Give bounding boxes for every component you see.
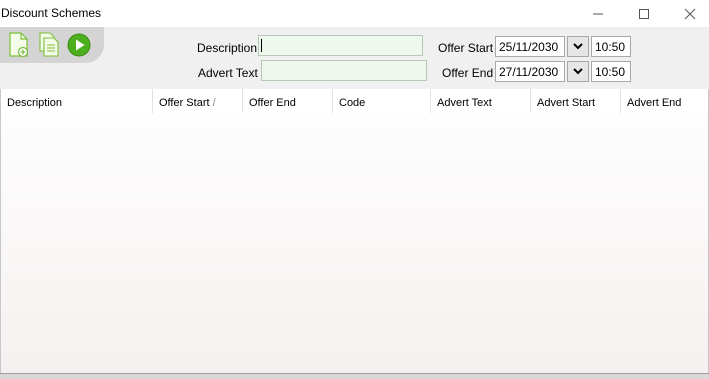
offer-start-label: Offer Start [438, 41, 494, 55]
run-play-icon [67, 33, 91, 57]
advert-text-label: Advert Text [198, 66, 258, 80]
bottom-scrollbar[interactable] [0, 373, 709, 379]
offer-end-date-field[interactable]: 27/11/2030 [495, 61, 565, 82]
title-bar: Discount Schemes [0, 0, 709, 27]
column-header-code[interactable]: Code [333, 89, 431, 113]
column-header-advert-text[interactable]: Advert Text [431, 89, 531, 113]
minimize-icon [593, 13, 603, 14]
filter-toolbar: Description Advert Text Offer Start 25/1… [0, 27, 709, 89]
copy-scheme-button[interactable] [37, 32, 61, 58]
action-button-strip [0, 27, 104, 63]
chevron-down-icon [573, 68, 583, 75]
offer-end-label: Offer End [442, 66, 494, 80]
run-button[interactable] [67, 32, 91, 58]
maximize-button[interactable] [621, 0, 667, 27]
grid-header: Description Offer Start / Offer End Code… [1, 89, 708, 113]
new-document-icon [9, 32, 29, 58]
offer-end-date-dropdown[interactable] [567, 61, 589, 82]
text-caret [261, 39, 262, 52]
column-header-description[interactable]: Description [1, 89, 153, 113]
schemes-grid[interactable]: Description Offer Start / Offer End Code… [0, 89, 709, 375]
description-input[interactable] [258, 35, 423, 56]
column-header-advert-end[interactable]: Advert End [621, 89, 708, 113]
column-header-offer-end[interactable]: Offer End [243, 89, 333, 113]
new-scheme-button[interactable] [7, 32, 31, 58]
description-label: Description [197, 41, 258, 55]
column-header-advert-start[interactable]: Advert Start [531, 89, 621, 113]
close-button[interactable] [667, 0, 709, 27]
chevron-down-icon [573, 43, 583, 50]
column-header-offer-start[interactable]: Offer Start / [153, 89, 243, 113]
advert-text-input[interactable] [261, 60, 427, 81]
offer-start-time-field[interactable]: 10:50 [591, 36, 631, 57]
offer-end-time-field[interactable]: 10:50 [591, 61, 631, 82]
window-title: Discount Schemes [1, 6, 102, 20]
sort-indicator-icon: / [212, 97, 216, 109]
offer-start-date-field[interactable]: 25/11/2030 [495, 36, 565, 57]
minimize-button[interactable] [575, 0, 621, 27]
offer-start-date-dropdown[interactable] [567, 36, 589, 57]
copy-document-icon [39, 32, 59, 57]
maximize-icon [639, 8, 649, 19]
close-icon [684, 8, 696, 19]
